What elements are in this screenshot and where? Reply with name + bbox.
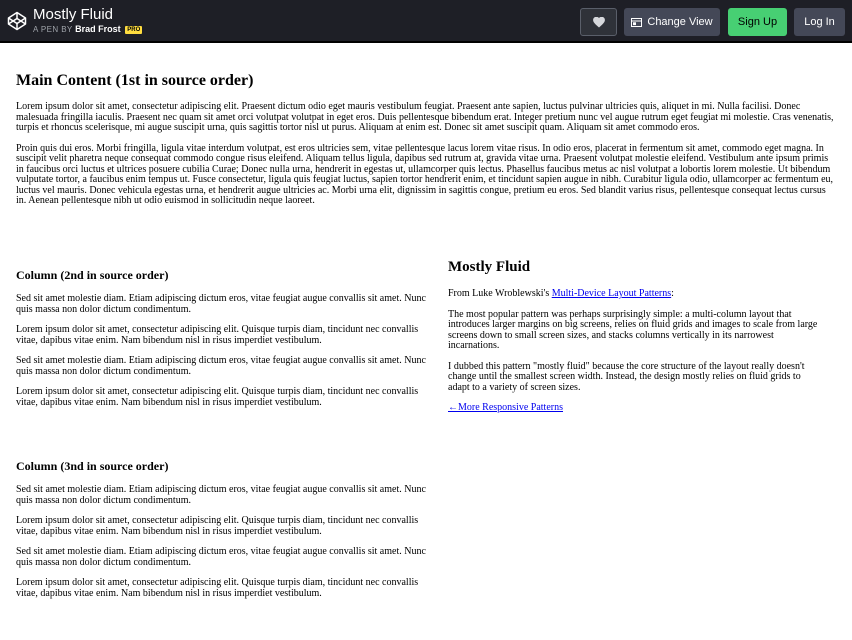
aside-paragraph-2: I dubbed this pattern "mostly fluid" bec… bbox=[448, 360, 805, 393]
sidebar-aside: Mostly Fluid From Luke Wroblewski's Mult… bbox=[448, 259, 824, 414]
column-2-paragraph: Lorem ipsum dolor sit amet, consectetur … bbox=[16, 324, 419, 346]
change-view-label: Change View bbox=[647, 16, 713, 28]
codepen-logo-icon[interactable] bbox=[7, 11, 27, 31]
log-in-button[interactable]: Log In bbox=[794, 8, 845, 36]
layout-icon bbox=[631, 17, 643, 27]
column-2: Column (2nd in source order) Sed sit ame… bbox=[16, 268, 428, 408]
main-paragraph-2: Proin quis dui eros. Morbi fringilla, li… bbox=[16, 142, 834, 206]
main-paragraph-1: Lorem ipsum dolor sit amet, consectetur … bbox=[16, 101, 834, 133]
column-2-paragraph: Lorem ipsum dolor sit amet, consectetur … bbox=[16, 386, 419, 408]
aside-heading: Mostly Fluid bbox=[448, 259, 531, 275]
aside-intro: From Luke Wroblewski's Multi-Device Layo… bbox=[448, 288, 824, 300]
aside-paragraph-1: The most popular pattern was perhaps sur… bbox=[448, 308, 818, 351]
heart-icon bbox=[592, 16, 605, 27]
aside-intro-prefix: From Luke Wroblewski's bbox=[448, 288, 552, 299]
column-3-paragraph: Lorem ipsum dolor sit amet, consectetur … bbox=[16, 515, 419, 537]
byline-prefix: A PEN BY bbox=[33, 25, 73, 34]
aside-more-row: ←More Responsive Patterns bbox=[448, 402, 824, 414]
column-3-heading: Column (3nd in source order) bbox=[16, 459, 169, 473]
sign-up-button[interactable]: Sign Up bbox=[728, 8, 787, 36]
column-3-paragraph: Sed sit amet molestie diam. Etiam adipis… bbox=[16, 546, 426, 568]
main-heading: Main Content (1st in source order) bbox=[16, 72, 254, 89]
column-2-heading: Column (2nd in source order) bbox=[16, 268, 169, 282]
column-3-paragraph: Lorem ipsum dolor sit amet, consectetur … bbox=[16, 577, 419, 599]
pro-badge: PRO bbox=[125, 26, 143, 34]
like-button[interactable] bbox=[580, 8, 617, 36]
author-link[interactable]: Brad Frost bbox=[75, 24, 121, 34]
column-3-paragraph: Sed sit amet molestie diam. Etiam adipis… bbox=[16, 484, 426, 506]
main-content: Main Content (1st in source order) Lorem… bbox=[16, 72, 836, 207]
column-2-paragraph: Sed sit amet molestie diam. Etiam adipis… bbox=[16, 293, 426, 315]
column-2-paragraph: Sed sit amet molestie diam. Etiam adipis… bbox=[16, 355, 426, 377]
more-responsive-patterns-link[interactable]: ←More Responsive Patterns bbox=[448, 402, 563, 413]
multi-device-layout-patterns-link[interactable]: Multi-Device Layout Patterns bbox=[552, 288, 671, 299]
pen-title: Mostly Fluid bbox=[33, 6, 114, 23]
aside-intro-suffix: : bbox=[671, 288, 674, 299]
column-3: Column (3nd in source order) Sed sit ame… bbox=[16, 459, 428, 599]
codepen-header: Mostly Fluid A PEN BY Brad Frost PRO Cha… bbox=[0, 0, 852, 43]
pen-byline: A PEN BY Brad Frost PRO bbox=[33, 24, 143, 35]
change-view-button[interactable]: Change View bbox=[624, 8, 720, 36]
